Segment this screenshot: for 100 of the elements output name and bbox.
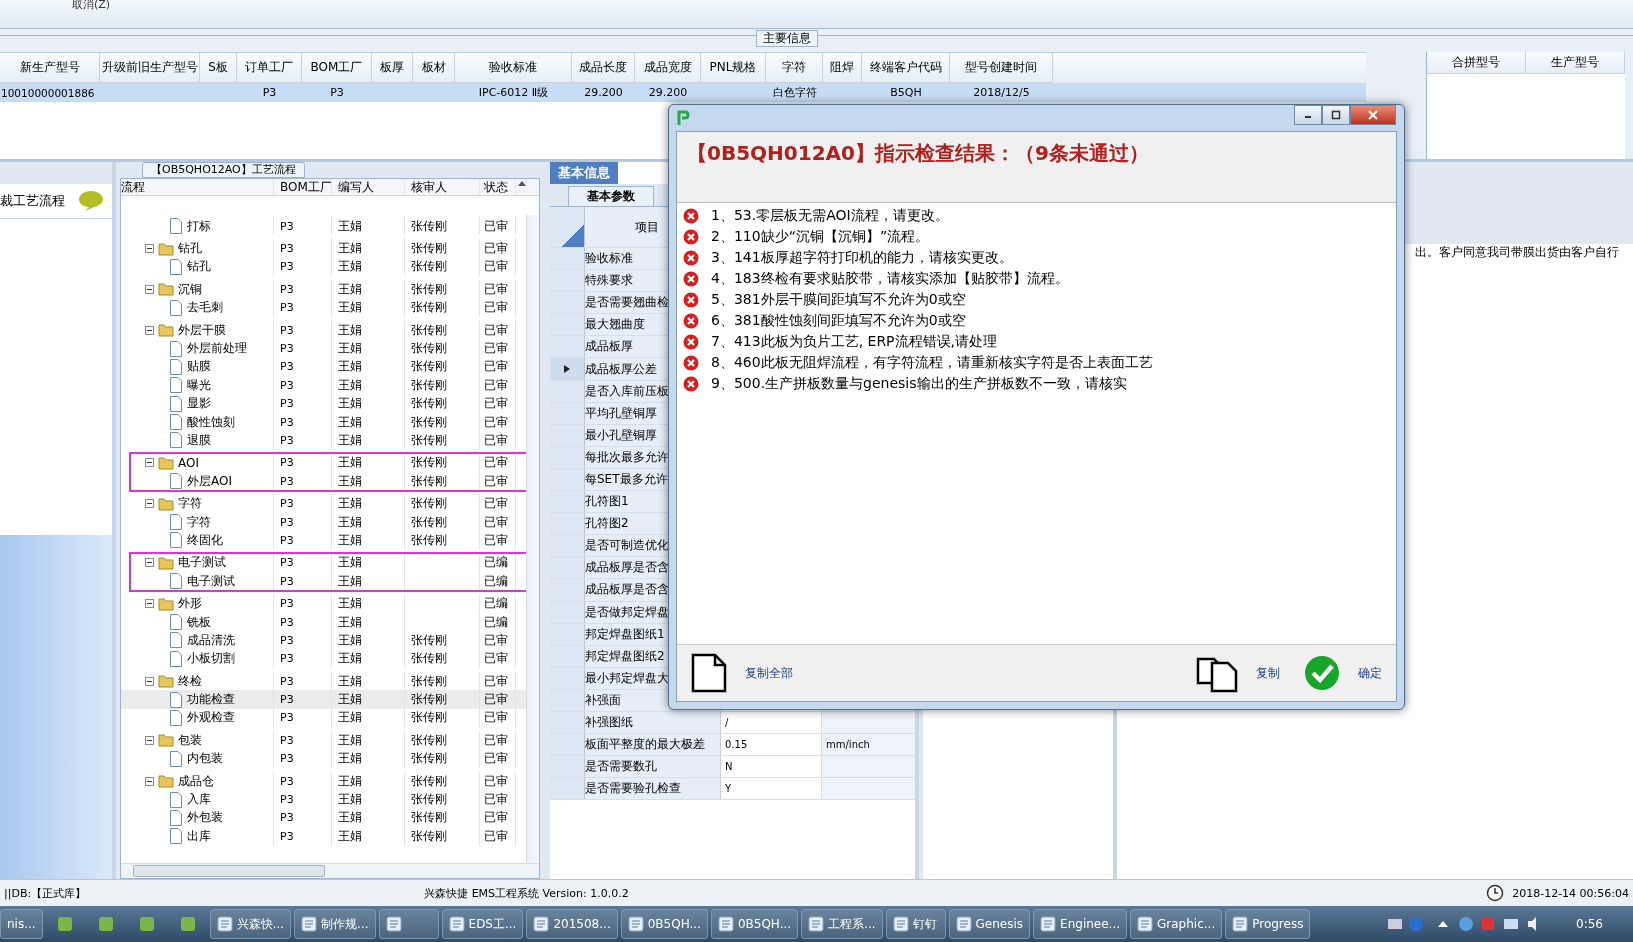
maximize-button[interactable] bbox=[1322, 105, 1350, 125]
tree-node-label[interactable]: AOI bbox=[178, 455, 199, 470]
taskbar-button[interactable]: 0B5QH... bbox=[620, 909, 708, 939]
taskbar-button[interactable]: 制作规... bbox=[294, 909, 376, 939]
tree-node-label[interactable]: 外观检查 bbox=[187, 709, 235, 727]
tree-node-label[interactable]: 入库 bbox=[187, 791, 211, 808]
app-icon[interactable] bbox=[96, 915, 115, 933]
tree-node-label[interactable]: 酸性蚀刻 bbox=[187, 413, 235, 431]
tree-node-label[interactable]: 字符 bbox=[178, 495, 202, 513]
tree-node-label[interactable]: 外包装 bbox=[187, 809, 223, 827]
taskbar-button[interactable]: 工程系... bbox=[801, 909, 883, 939]
tree-node-label[interactable]: 打标 bbox=[187, 217, 211, 235]
tree-node-label[interactable]: 电子测试 bbox=[178, 554, 226, 572]
tree-node-label[interactable]: 贴膜 bbox=[187, 358, 211, 376]
property-label: 板面平整度的最大极差 bbox=[585, 734, 721, 756]
tree-node-label[interactable]: 外层AOI bbox=[187, 472, 232, 490]
table-cell: 张传刚 bbox=[405, 394, 480, 413]
close-button[interactable] bbox=[1350, 105, 1396, 125]
taskbar-button[interactable]: Progress bbox=[1225, 909, 1311, 939]
tree-node-label[interactable]: 钻孔 bbox=[178, 240, 202, 258]
tab[interactable]: 基本信息 bbox=[550, 162, 618, 184]
tree-node-label[interactable]: 终固化 bbox=[187, 531, 223, 549]
app-icon[interactable] bbox=[137, 915, 156, 933]
tree-node-label[interactable]: 钻孔 bbox=[187, 258, 211, 276]
column-header[interactable]: BOM工厂 bbox=[274, 179, 332, 195]
taskbar-button[interactable]: 201508... bbox=[526, 909, 618, 939]
copy-button[interactable]: 复制 bbox=[1196, 653, 1280, 693]
tree-node-label[interactable]: 电子测试 bbox=[187, 572, 235, 590]
collapse-icon[interactable] bbox=[145, 735, 154, 745]
table-row[interactable]: 10010000001886 P3 P3 IPC-6012 Ⅱ级 29.200 29.200 白色字符 B5QH 2018/12/5 bbox=[0, 83, 1366, 102]
ok-button[interactable]: 确定 bbox=[1304, 655, 1382, 691]
corner-header[interactable] bbox=[550, 207, 585, 247]
taskbar-button[interactable]: nis... bbox=[0, 909, 43, 939]
taskbar-button[interactable]: 钉钉 bbox=[885, 909, 946, 939]
minimize-button[interactable] bbox=[1294, 105, 1322, 125]
taskbar-button[interactable] bbox=[378, 909, 439, 939]
taskbar-button[interactable]: 兴森快... bbox=[209, 909, 292, 939]
taskbar-clock: 0:56 bbox=[1576, 917, 1603, 931]
collapse-icon[interactable] bbox=[145, 325, 154, 335]
collapse-icon[interactable] bbox=[145, 499, 154, 509]
app-icon[interactable] bbox=[55, 915, 74, 933]
folder-icon bbox=[158, 241, 174, 256]
column-header[interactable]: 合拼型号 bbox=[1427, 52, 1526, 74]
app-icon[interactable] bbox=[178, 915, 197, 933]
document-icon bbox=[169, 377, 183, 394]
collapse-icon[interactable] bbox=[145, 599, 154, 609]
column-header[interactable]: 状态 bbox=[480, 179, 516, 195]
taskbar-button[interactable]: Enginee... bbox=[1033, 909, 1128, 939]
tab[interactable]: 基本参数 bbox=[568, 186, 654, 206]
table-cell: 王娟 bbox=[332, 749, 405, 768]
collapse-icon[interactable] bbox=[145, 284, 154, 294]
sidebar-header[interactable]: 裁工艺流程 bbox=[0, 184, 112, 219]
collapse-icon[interactable] bbox=[145, 676, 154, 686]
property-label: 是否需要验孔检查 bbox=[585, 778, 721, 800]
tree-node-label[interactable]: 终检 bbox=[178, 672, 202, 690]
collapse-icon[interactable] bbox=[145, 558, 154, 568]
table-cell-text: 10010000001886 bbox=[0, 85, 96, 101]
vertical-scrollbar[interactable] bbox=[526, 215, 539, 863]
document-icon bbox=[169, 299, 183, 316]
column-header[interactable]: 生产型号 bbox=[1526, 52, 1625, 74]
table-cell: P3 bbox=[274, 376, 332, 395]
horizontal-scrollbar[interactable] bbox=[121, 863, 539, 878]
tree-node-label[interactable]: 功能检查 bbox=[187, 691, 235, 709]
row-header[interactable] bbox=[550, 358, 585, 380]
taskbar-button[interactable]: 0B5QH... bbox=[710, 909, 799, 939]
taskbar-button[interactable]: Graphic... bbox=[1130, 909, 1223, 939]
folder-icon bbox=[158, 282, 174, 297]
scroll-up-icon[interactable] bbox=[516, 179, 528, 187]
tree-node-label[interactable]: 字符 bbox=[187, 513, 211, 531]
column-header[interactable]: 核审人 bbox=[405, 179, 480, 195]
tree-node-label[interactable]: 沉铜 bbox=[178, 280, 202, 298]
taskbar-button[interactable]: Genesis bbox=[948, 909, 1031, 939]
tree-node-label[interactable]: 成品清洗 bbox=[187, 631, 235, 649]
table-cell: P3 bbox=[274, 494, 332, 513]
window-icon bbox=[533, 916, 550, 932]
collapse-icon[interactable] bbox=[145, 244, 154, 254]
tree-node-label[interactable]: 铣板 bbox=[187, 613, 211, 631]
tree-node-label[interactable]: 外层干膜 bbox=[178, 321, 226, 339]
tree-node-label[interactable]: 曝光 bbox=[187, 376, 211, 394]
window-icon bbox=[1040, 916, 1057, 932]
tree-node-label[interactable]: 小板切割 bbox=[187, 650, 235, 668]
tree-node-label[interactable]: 退膜 bbox=[187, 432, 211, 449]
tree-node-label[interactable]: 出库 bbox=[187, 827, 211, 845]
tree-node-label[interactable]: 成品仓 bbox=[178, 772, 214, 790]
column-header[interactable]: 编写人 bbox=[332, 179, 405, 195]
table-cell: 王娟 bbox=[332, 376, 405, 395]
tree-node-label[interactable]: 包装 bbox=[178, 731, 202, 749]
collapse-icon[interactable] bbox=[145, 458, 154, 468]
taskbar-button[interactable]: EDS工... bbox=[441, 909, 524, 939]
collapse-icon[interactable] bbox=[145, 776, 154, 786]
tree-node-label[interactable]: 去毛刺 bbox=[187, 299, 223, 317]
tree-node-label[interactable]: 外层前处理 bbox=[187, 340, 247, 358]
tree-node-label[interactable]: 显影 bbox=[187, 395, 211, 413]
table-cell: 张传刚 bbox=[405, 649, 480, 668]
column-header[interactable]: 流程 bbox=[121, 179, 274, 195]
tree-node-label[interactable]: 内包装 bbox=[187, 750, 223, 768]
tree-node-label[interactable]: 外形 bbox=[178, 595, 202, 613]
current-row-icon bbox=[564, 365, 570, 373]
database-label: ||DB:【正式库】 bbox=[4, 885, 87, 901]
table-cell: 已编 bbox=[480, 572, 516, 591]
